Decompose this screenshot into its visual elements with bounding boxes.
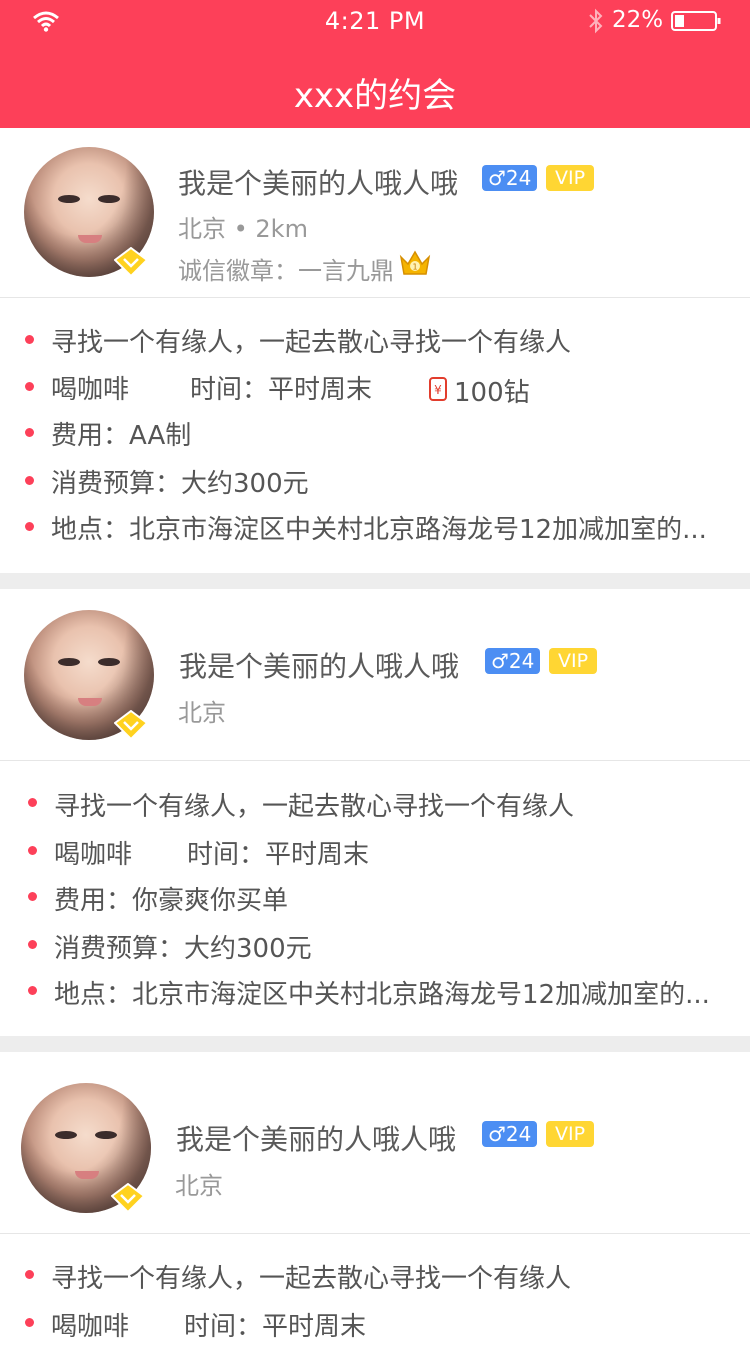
bullet-dot bbox=[25, 476, 34, 485]
bullet-dot bbox=[28, 846, 37, 855]
bluetooth-icon bbox=[589, 8, 603, 34]
time-text: 时间：平时周末 bbox=[187, 840, 370, 870]
bullet-dot bbox=[28, 798, 37, 807]
date-card[interactable]: 我是个美丽的人哦人哦 ♂24 VIP 北京 寻找一个有缘人，一起去散心寻找一个有… bbox=[0, 1052, 750, 1352]
gender-age-badge: ♂24 bbox=[482, 165, 538, 191]
gender-age-badge: ♂24 bbox=[482, 1121, 538, 1147]
user-name[interactable]: 我是个美丽的人哦人哦 bbox=[176, 1118, 456, 1158]
user-name[interactable]: 我是个美丽的人哦人哦 bbox=[178, 162, 458, 202]
time-text: 时间：平时周末 bbox=[190, 375, 373, 405]
bullet-dot bbox=[28, 892, 37, 901]
avatar[interactable] bbox=[24, 147, 154, 277]
activity-text: 喝咖啡 bbox=[51, 1312, 130, 1342]
bullet-dot bbox=[25, 1270, 34, 1279]
divider bbox=[0, 297, 750, 298]
date-card[interactable]: 我是个美丽的人哦人哦 ♂24 VIP 北京 寻找一个有缘人，一起去散心寻找一个有… bbox=[0, 589, 750, 1036]
place-text: 地点：北京市海淀区中关村北京路海龙号12加减加室的... bbox=[54, 980, 710, 1010]
bullet-dot bbox=[25, 428, 34, 437]
vip-tag: VIP bbox=[549, 648, 598, 674]
battery-percent: 22% bbox=[612, 7, 664, 33]
budget-text: 消费预算：大约300元 bbox=[51, 469, 309, 499]
fee-text: 费用：你豪爽你买单 bbox=[54, 886, 289, 916]
crown-icon: 1 bbox=[399, 250, 431, 275]
budget-text: 消费预算：大约300元 bbox=[54, 934, 312, 964]
bullet-dot bbox=[28, 940, 37, 949]
bullet-dot bbox=[25, 522, 34, 531]
topic-text: 寻找一个有缘人，一起去散心寻找一个有缘人 bbox=[54, 792, 575, 822]
avatar[interactable] bbox=[21, 1083, 151, 1213]
honor-badge-text: 诚信徽章：一言九鼎 bbox=[178, 257, 394, 285]
bullet-dot bbox=[25, 1318, 34, 1327]
svg-text:1: 1 bbox=[412, 263, 417, 272]
bullet-dot bbox=[28, 986, 37, 995]
bullet-dot bbox=[25, 335, 34, 344]
bullet-dot bbox=[25, 382, 34, 391]
fee-text: 费用：AA制 bbox=[51, 421, 192, 451]
gender-age-badge: ♂24 bbox=[485, 648, 541, 674]
red-packet-icon: ¥ bbox=[429, 377, 447, 401]
time-text: 时间：平时周末 bbox=[184, 1312, 367, 1342]
topic-text: 寻找一个有缘人，一起去散心寻找一个有缘人 bbox=[51, 328, 572, 358]
vip-diamond-badge-icon bbox=[111, 1183, 145, 1213]
avatar[interactable] bbox=[24, 610, 154, 740]
activity-text: 喝咖啡 bbox=[54, 840, 133, 870]
page-title: xxx的约会 bbox=[293, 76, 457, 116]
divider bbox=[0, 1233, 750, 1234]
divider bbox=[0, 760, 750, 761]
nav-header: 4:21 PM 22% xxx的约会 bbox=[0, 0, 750, 128]
activity-text: 喝咖啡 bbox=[51, 375, 130, 405]
place-text: 地点：北京市海淀区中关村北京路海龙号12加减加室的... bbox=[51, 515, 707, 545]
vip-diamond-badge-icon bbox=[114, 247, 148, 277]
vip-tag: VIP bbox=[546, 1121, 595, 1147]
location-distance: 北京 • 2km bbox=[178, 215, 308, 243]
svg-text:¥: ¥ bbox=[434, 383, 442, 397]
location-text: 北京 bbox=[178, 699, 226, 727]
battery-icon bbox=[671, 11, 721, 31]
vip-tag: VIP bbox=[546, 165, 595, 191]
vip-diamond-badge-icon bbox=[114, 710, 148, 740]
date-card[interactable]: 我是个美丽的人哦人哦 ♂24 VIP 北京 • 2km 诚信徽章：一言九鼎 1 … bbox=[0, 128, 750, 573]
location-text: 北京 bbox=[175, 1172, 223, 1200]
user-name[interactable]: 我是个美丽的人哦人哦 bbox=[179, 645, 459, 685]
status-bar: 4:21 PM 22% bbox=[0, 0, 750, 40]
diamond-reward: 100钻 bbox=[454, 378, 530, 408]
topic-text: 寻找一个有缘人，一起去散心寻找一个有缘人 bbox=[51, 1264, 572, 1294]
